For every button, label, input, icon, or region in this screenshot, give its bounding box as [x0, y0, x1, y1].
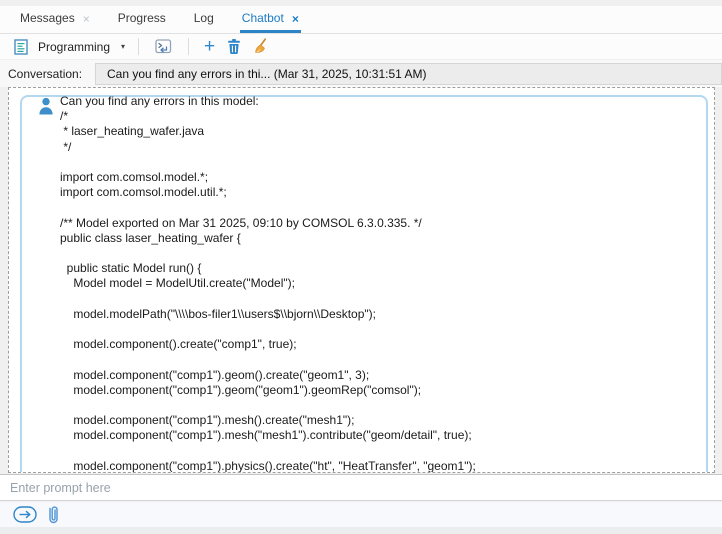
tab-messages-label: Messages	[20, 11, 75, 25]
conversation-selected-value: Can you find any errors in thi... (Mar 3…	[107, 67, 427, 81]
tab-chatbot[interactable]: Chatbot ×	[240, 6, 301, 33]
clear-conversation-button[interactable]	[251, 37, 271, 56]
script-icon	[12, 38, 30, 56]
close-icon[interactable]: ×	[83, 13, 90, 25]
tab-progress[interactable]: Progress	[116, 6, 168, 33]
prompt-action-row	[0, 502, 722, 527]
attach-file-button[interactable]	[46, 504, 60, 526]
send-button[interactable]	[13, 506, 37, 523]
toolbar-separator	[138, 38, 139, 55]
user-avatar-icon	[38, 97, 54, 116]
chat-transcript[interactable]: Can you find any errors in this model: /…	[8, 87, 715, 473]
window-bottom-strip	[0, 527, 722, 534]
toolbar-separator	[188, 38, 189, 55]
tab-log[interactable]: Log	[192, 6, 216, 33]
conversation-select[interactable]: Can you find any errors in thi... (Mar 3…	[95, 63, 722, 85]
close-icon[interactable]: ×	[292, 13, 299, 25]
conversation-label: Conversation:	[8, 67, 95, 81]
tab-log-label: Log	[194, 11, 214, 25]
tab-bar: Messages × Progress Log Chatbot ×	[0, 6, 722, 34]
tab-progress-label: Progress	[118, 11, 166, 25]
user-message-text: Can you find any errors in this model: /…	[60, 94, 705, 473]
delete-conversation-button[interactable]	[224, 37, 244, 56]
tab-messages[interactable]: Messages ×	[18, 6, 92, 33]
chatbot-toolbar: Programming ▾ +	[0, 34, 722, 60]
chevron-down-icon[interactable]: ▾	[121, 42, 125, 51]
add-conversation-button[interactable]: +	[202, 39, 217, 55]
conversation-row: Conversation: Can you find any errors in…	[0, 60, 722, 87]
transfer-to-editor-button[interactable]	[152, 37, 175, 57]
tab-chatbot-label: Chatbot	[242, 11, 284, 25]
plus-icon: +	[204, 40, 215, 54]
prompt-row	[0, 474, 722, 501]
mode-select-label[interactable]: Programming	[38, 40, 110, 54]
prompt-input[interactable]	[0, 475, 722, 500]
